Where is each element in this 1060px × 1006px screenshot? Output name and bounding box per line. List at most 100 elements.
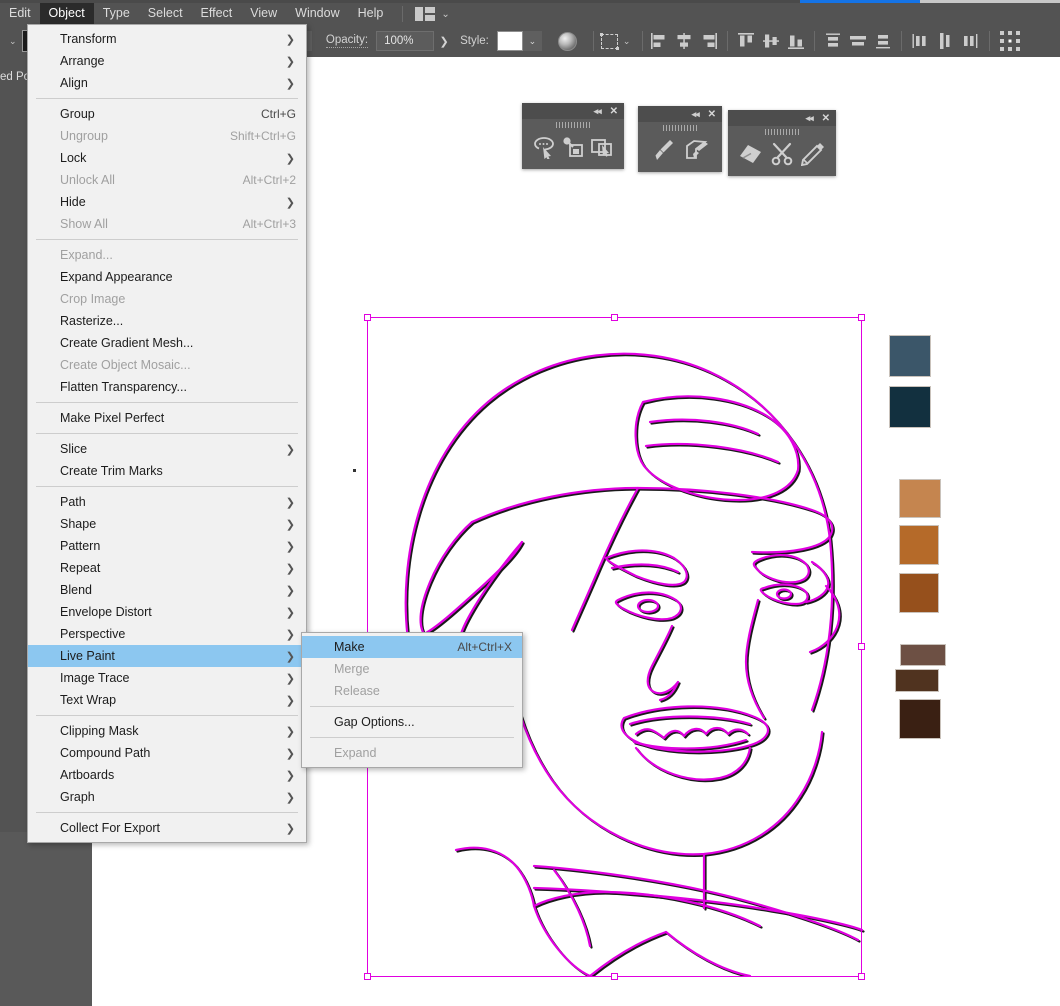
swatch-orange[interactable] xyxy=(899,525,939,565)
align-right-icon[interactable] xyxy=(700,32,718,50)
selection-handle-bottom-left[interactable] xyxy=(364,973,371,980)
menu-item-edit[interactable]: Edit xyxy=(0,3,40,25)
distribute-horizontal-center-icon[interactable] xyxy=(936,32,954,50)
panel-grip[interactable] xyxy=(728,126,836,138)
chevron-down-icon[interactable]: ⌄ xyxy=(623,36,631,47)
close-icon[interactable]: ✕ xyxy=(610,106,618,117)
menu-entry-path[interactable]: Path ❯ xyxy=(28,491,306,513)
selection-handle-top-left[interactable] xyxy=(364,314,371,321)
swatch-tan[interactable] xyxy=(899,479,941,518)
align-vertical-center-icon[interactable] xyxy=(762,32,780,50)
selection-handle-bottom-center[interactable] xyxy=(611,973,618,980)
menu-entry-blend[interactable]: Blend ❯ xyxy=(28,579,306,601)
selection-handle-middle-right[interactable] xyxy=(858,643,865,650)
panel-grip[interactable] xyxy=(638,122,722,134)
selection-tools-panel[interactable]: ◂◂ ✕ xyxy=(522,103,624,169)
lasso-select-icon[interactable] xyxy=(532,135,556,159)
menu-entry-hide[interactable]: Hide ❯ xyxy=(28,191,306,213)
chevron-down-icon[interactable]: ⌄ xyxy=(9,36,17,47)
menu-entry-repeat[interactable]: Repeat ❯ xyxy=(28,557,306,579)
submenu-entry-make[interactable]: Make Alt+Ctrl+X xyxy=(302,636,522,658)
menu-entry-text-wrap[interactable]: Text Wrap ❯ xyxy=(28,689,306,711)
menu-item-select[interactable]: Select xyxy=(139,3,192,25)
distribute-left-icon[interactable] xyxy=(911,32,929,50)
scissors-icon[interactable] xyxy=(770,142,794,166)
blob-brush-icon[interactable] xyxy=(685,138,709,162)
panel-titlebar[interactable]: ◂◂ ✕ xyxy=(638,106,722,122)
collapse-icon[interactable]: ◂◂ xyxy=(806,113,814,124)
selection-handle-top-center[interactable] xyxy=(611,314,618,321)
menu-entry-lock[interactable]: Lock ❯ xyxy=(28,147,306,169)
menu-item-view[interactable]: View xyxy=(241,3,286,25)
edit-tools-panel[interactable]: ◂◂ ✕ xyxy=(728,110,836,176)
menu-entry-graph[interactable]: Graph ❯ xyxy=(28,786,306,808)
selection-handle-bottom-right[interactable] xyxy=(858,973,865,980)
menu-entry-artboards[interactable]: Artboards ❯ xyxy=(28,764,306,786)
menu-entry-make-pixel-perfect[interactable]: Make Pixel Perfect xyxy=(28,407,306,429)
workspace-switcher[interactable]: ⌄ xyxy=(411,7,453,21)
eraser-icon[interactable] xyxy=(739,142,763,166)
distribute-top-icon[interactable] xyxy=(824,32,842,50)
panel-grip[interactable] xyxy=(522,119,624,131)
transform-bounds-icon[interactable] xyxy=(599,32,619,50)
graphic-style-swatch[interactable] xyxy=(496,31,523,51)
close-icon[interactable]: ✕ xyxy=(822,113,830,124)
swatch-deep-brown[interactable] xyxy=(895,669,939,692)
close-icon[interactable]: ✕ xyxy=(708,109,716,120)
transform-grid-icon[interactable] xyxy=(1000,31,1021,51)
shape-builder-icon[interactable] xyxy=(561,135,585,159)
distribute-vertical-center-icon[interactable] xyxy=(849,32,867,50)
menu-entry-image-trace[interactable]: Image Trace ❯ xyxy=(28,667,306,689)
menu-entry-envelope-distort[interactable]: Envelope Distort ❯ xyxy=(28,601,306,623)
swatch-dark-brown[interactable] xyxy=(899,699,941,739)
collapse-icon[interactable]: ◂◂ xyxy=(594,106,602,117)
distribute-right-icon[interactable] xyxy=(961,32,979,50)
menu-entry-pattern[interactable]: Pattern ❯ xyxy=(28,535,306,557)
menu-entry-rasterize[interactable]: Rasterize... xyxy=(28,310,306,332)
swatch-mid-brown[interactable] xyxy=(900,644,946,666)
recolor-artwork-icon[interactable] xyxy=(557,31,577,51)
align-bottom-icon[interactable] xyxy=(787,32,805,50)
object-dropdown-menu[interactable]: Transform ❯ Arrange ❯ Align ❯ Group Ctrl+G U… xyxy=(27,24,307,843)
swatch-dark-navy[interactable] xyxy=(889,386,931,428)
menu-entry-expand-appearance[interactable]: Expand Appearance xyxy=(28,266,306,288)
menu-entry-create-trim-marks[interactable]: Create Trim Marks xyxy=(28,460,306,482)
menu-item-object[interactable]: Object xyxy=(39,3,94,25)
menu-entry-live-paint[interactable]: Live Paint ❯ xyxy=(28,645,306,667)
swatch-slate-blue[interactable] xyxy=(889,335,931,377)
menu-entry-create-gradient-mesh[interactable]: Create Gradient Mesh... xyxy=(28,332,306,354)
menu-entry-group[interactable]: Group Ctrl+G xyxy=(28,103,306,125)
selection-handle-top-right[interactable] xyxy=(858,314,865,321)
knife-icon[interactable] xyxy=(800,142,825,166)
panel-titlebar[interactable]: ◂◂ ✕ xyxy=(522,103,624,119)
menu-entry-compound-path[interactable]: Compound Path ❯ xyxy=(28,742,306,764)
align-top-icon[interactable] xyxy=(737,32,755,50)
menu-item-type[interactable]: Type xyxy=(94,3,139,25)
live-paint-submenu[interactable]: Make Alt+Ctrl+X Merge Release Gap Options… xyxy=(301,632,523,768)
paint-tools-panel[interactable]: ◂◂ ✕ xyxy=(638,106,722,172)
menu-entry-flatten-transparency[interactable]: Flatten Transparency... xyxy=(28,376,306,398)
menu-entry-arrange[interactable]: Arrange ❯ xyxy=(28,50,306,72)
menu-entry-transform[interactable]: Transform ❯ xyxy=(28,28,306,50)
panel-titlebar[interactable]: ◂◂ ✕ xyxy=(728,110,836,126)
menu-item-window[interactable]: Window xyxy=(286,3,348,25)
align-left-icon[interactable] xyxy=(650,32,668,50)
align-horizontal-center-icon[interactable] xyxy=(675,32,693,50)
paintbrush-icon[interactable] xyxy=(651,138,675,162)
free-transform-icon[interactable] xyxy=(590,135,614,159)
submenu-entry-gap-options[interactable]: Gap Options... xyxy=(302,711,522,733)
collapse-icon[interactable]: ◂◂ xyxy=(692,109,700,120)
menu-entry-collect-for-export[interactable]: Collect For Export ❯ xyxy=(28,817,306,839)
swatch-burnt-orange[interactable] xyxy=(899,573,939,613)
graphic-style-dropdown[interactable]: ⌄ xyxy=(522,31,542,51)
menu-item-help[interactable]: Help xyxy=(349,3,393,25)
menu-item-effect[interactable]: Effect xyxy=(192,3,242,25)
opacity-options-button[interactable]: ❯ xyxy=(434,31,454,51)
menu-entry-slice[interactable]: Slice ❯ xyxy=(28,438,306,460)
menu-entry-align[interactable]: Align ❯ xyxy=(28,72,306,94)
menu-entry-clipping-mask[interactable]: Clipping Mask ❯ xyxy=(28,720,306,742)
distribute-bottom-icon[interactable] xyxy=(874,32,892,50)
menu-entry-perspective[interactable]: Perspective ❯ xyxy=(28,623,306,645)
opacity-input[interactable]: 100% xyxy=(376,31,435,51)
menu-entry-shape[interactable]: Shape ❯ xyxy=(28,513,306,535)
